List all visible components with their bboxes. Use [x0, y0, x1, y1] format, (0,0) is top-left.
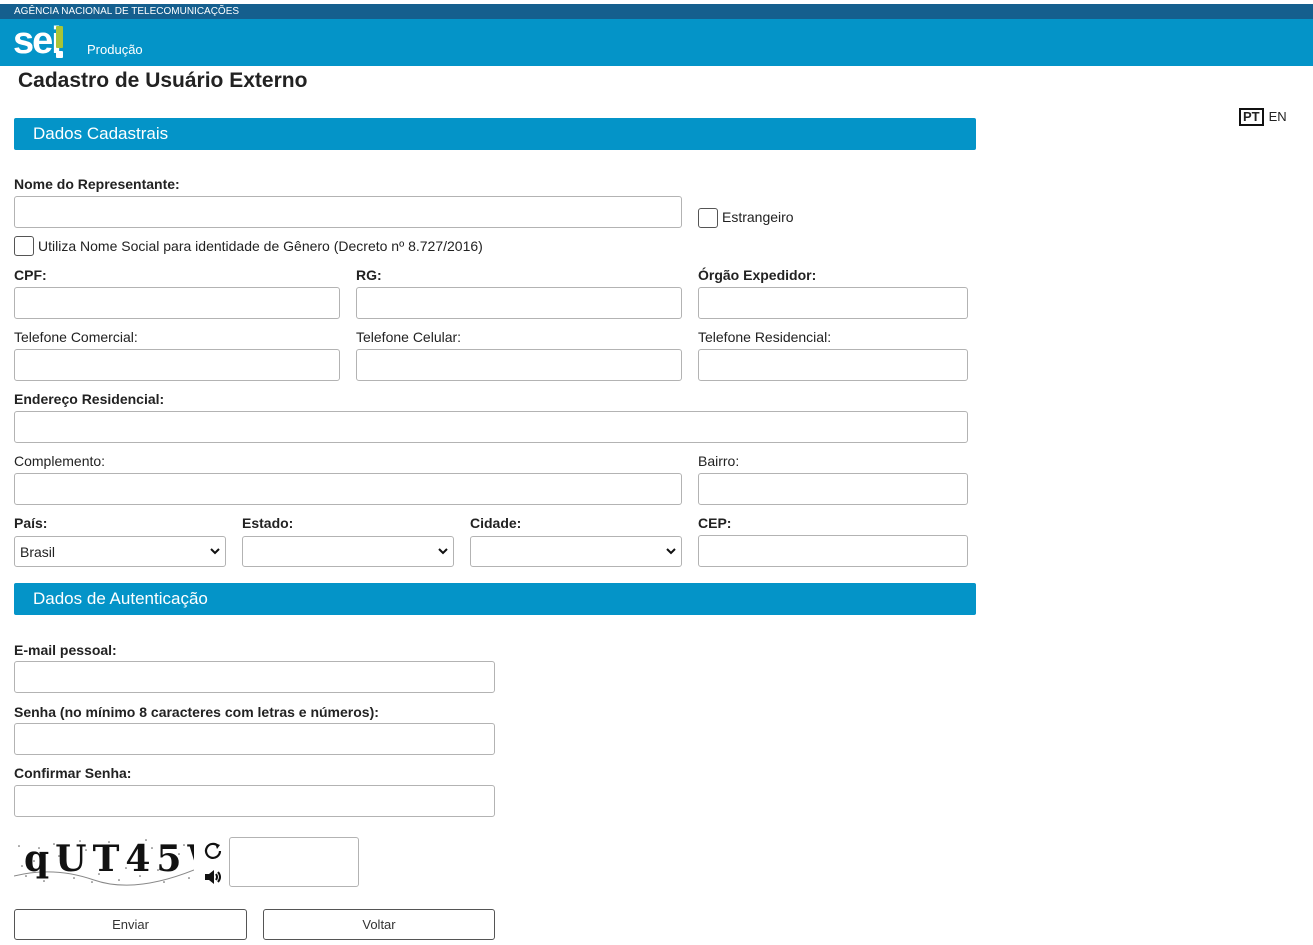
name-label: Nome do Representante: [14, 176, 180, 192]
state-label: Estado: [242, 515, 294, 531]
issuer-label: Órgão Expedidor: [698, 267, 817, 283]
foreigner-label[interactable]: Estrangeiro [722, 209, 794, 225]
foreigner-checkbox[interactable] [698, 208, 718, 228]
refresh-icon[interactable] [203, 840, 223, 860]
city-select[interactable] [470, 536, 682, 567]
chevron-down-icon [666, 548, 676, 555]
phone-home-label: Telefone Residencial: [698, 329, 832, 345]
zip-input[interactable] [698, 535, 968, 567]
chevron-down-icon [438, 548, 448, 555]
rg-input[interactable] [356, 287, 682, 319]
environment-label: Produção [87, 42, 143, 57]
confirm-password-label: Confirmar Senha: [14, 765, 132, 781]
address-input[interactable] [14, 411, 968, 443]
language-en[interactable]: EN [1269, 109, 1287, 124]
country-select[interactable]: Brasil [14, 536, 226, 567]
social-name-prefix[interactable]: Utiliza Nome Social para identidade de G… [38, 238, 338, 254]
cpf-input[interactable] [14, 287, 340, 319]
page-title: Cadastro de Usuário Externo [18, 69, 308, 92]
email-label: E-mail pessoal: [14, 642, 117, 658]
section-title: Dados Cadastrais [33, 124, 169, 143]
captcha-input[interactable] [229, 837, 359, 887]
phone-business-input[interactable] [14, 349, 340, 381]
language-switcher: PT EN [1239, 108, 1287, 126]
social-name-suffix: ) [478, 238, 483, 254]
address-label: Endereço Residencial: [14, 391, 165, 407]
section-personal-data: Dados Cadastrais [14, 118, 976, 150]
submit-button[interactable]: Enviar [14, 909, 247, 940]
captcha-text: qUT45W [24, 838, 194, 880]
confirm-password-input[interactable] [14, 785, 495, 817]
district-input[interactable] [698, 473, 968, 505]
audio-icon[interactable] [203, 867, 223, 887]
phone-home-input[interactable] [698, 349, 968, 381]
state-select[interactable] [242, 536, 454, 567]
country-label: País: [14, 515, 48, 531]
logo-dot [56, 51, 63, 58]
city-label: Cidade: [470, 515, 522, 531]
cpf-label: CPF: [14, 267, 47, 283]
chevron-down-icon [210, 548, 220, 555]
rg-label: RG: [356, 267, 382, 283]
section-authentication: Dados de Autenticação [14, 583, 976, 615]
agency-name: AGÊNCIA NACIONAL DE TELECOMUNICAÇÕES [14, 6, 240, 17]
password-label: Senha (no mínimo 8 caracteres com letras… [14, 704, 379, 720]
name-input[interactable] [14, 196, 682, 228]
captcha-image: qUT45W [14, 836, 194, 887]
logo-text: sei [13, 20, 62, 62]
logo-accent [56, 26, 63, 48]
district-label: Bairro: [698, 453, 740, 469]
issuer-input[interactable] [698, 287, 968, 319]
brand-bar: sei Produção [0, 19, 1313, 66]
country-value: Brasil [20, 544, 56, 560]
social-name-label: Utiliza Nome Social para identidade de G… [38, 238, 483, 254]
phone-business-label: Telefone Comercial: [14, 329, 138, 345]
decree-link[interactable]: Decreto nº 8.727/2016 [338, 238, 478, 254]
phone-mobile-input[interactable] [356, 349, 682, 381]
section-title: Dados de Autenticação [33, 589, 208, 608]
social-name-checkbox[interactable] [14, 236, 34, 256]
complement-label: Complemento: [14, 453, 106, 469]
agency-bar: AGÊNCIA NACIONAL DE TELECOMUNICAÇÕES [0, 4, 1313, 19]
phone-mobile-label: Telefone Celular: [356, 329, 462, 345]
complement-input[interactable] [14, 473, 682, 505]
password-input[interactable] [14, 723, 495, 755]
zip-label: CEP: [698, 515, 732, 531]
language-pt[interactable]: PT [1239, 108, 1264, 126]
back-button[interactable]: Voltar [263, 909, 495, 940]
email-input[interactable] [14, 661, 495, 693]
